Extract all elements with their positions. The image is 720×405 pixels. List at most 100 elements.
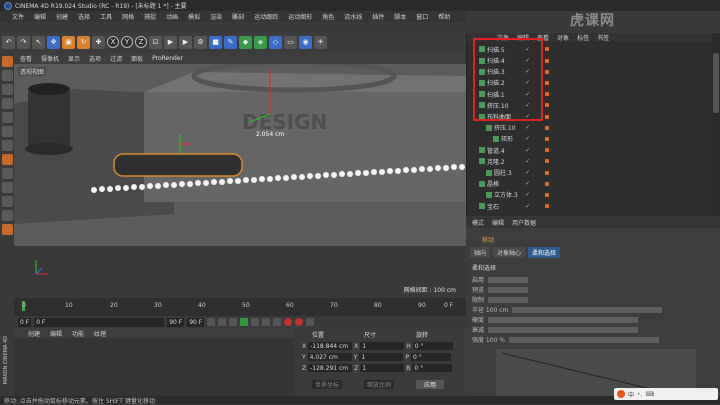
tag-icon[interactable] xyxy=(545,80,549,85)
axis-mode-icon[interactable] xyxy=(1,154,13,165)
object-row[interactable]: 管道.4 ✓ xyxy=(467,145,713,156)
menu-item[interactable]: 窗口 xyxy=(416,12,428,21)
scale-mode-dropdown[interactable]: 缩放比例 xyxy=(364,380,395,389)
attribute-field[interactable] xyxy=(488,316,639,323)
attribute-menu-item[interactable]: 用户数据 xyxy=(512,218,536,227)
tag-icon[interactable] xyxy=(545,103,549,108)
menu-item[interactable]: 脚本 xyxy=(394,12,406,21)
attribute-field[interactable] xyxy=(508,336,659,343)
attribute-menu-item[interactable]: 编辑 xyxy=(492,218,504,227)
size-z-field[interactable]: 1 xyxy=(360,364,405,372)
tag-icon[interactable] xyxy=(545,170,549,175)
menu-item[interactable]: 流水线 xyxy=(344,12,362,21)
menu-item[interactable]: 雕刻 xyxy=(232,12,244,21)
object-menu-item[interactable]: 书签 xyxy=(597,33,609,42)
pos-x-field[interactable]: -118.844 cm xyxy=(308,342,353,350)
menu-item[interactable]: 文件 xyxy=(12,12,24,21)
polygons-mode-icon[interactable] xyxy=(1,140,13,151)
y-axis-icon[interactable]: Y xyxy=(121,36,133,48)
rot-b-field[interactable]: 0 ° xyxy=(412,364,453,372)
keyframe-icon[interactable] xyxy=(306,318,315,326)
visibility-check-icon[interactable]: ✓ xyxy=(525,135,530,142)
pen-icon[interactable]: ✎ xyxy=(224,35,237,49)
model-mode-icon[interactable] xyxy=(1,70,13,81)
menu-item[interactable]: 帮助 xyxy=(438,12,450,21)
tag-icon[interactable] xyxy=(545,47,549,52)
subdivision-icon[interactable]: ◆ xyxy=(239,35,252,49)
menu-item[interactable]: 网格 xyxy=(122,12,134,21)
tag-icon[interactable] xyxy=(545,192,549,197)
ime-punct-icon[interactable]: •, xyxy=(637,391,642,398)
visibility-check-icon[interactable]: ✓ xyxy=(525,124,530,131)
menu-item[interactable]: 捕捉 xyxy=(144,12,156,21)
edges-mode-icon[interactable] xyxy=(1,126,13,137)
menu-item[interactable]: 创建 xyxy=(56,12,68,21)
object-row[interactable]: 立方体.3 ✓ xyxy=(467,190,713,201)
coord-mode-dropdown[interactable]: 世界坐标 xyxy=(312,380,343,389)
menu-item[interactable]: 渲染 xyxy=(210,12,222,21)
tweak-mode-icon[interactable] xyxy=(1,168,13,179)
tag-icon[interactable] xyxy=(545,114,549,119)
workplane-icon[interactable] xyxy=(1,98,13,109)
prev-frame-icon[interactable] xyxy=(229,318,238,326)
menu-item[interactable]: 运动图形 xyxy=(288,12,312,21)
object-menu-item[interactable]: 标签 xyxy=(577,33,589,42)
attribute-subtab[interactable]: 轴向 xyxy=(470,247,491,258)
scale-tool-icon[interactable]: ▣ xyxy=(62,35,75,49)
apply-button[interactable]: 应用 xyxy=(416,380,445,389)
material-menu-item[interactable]: 功能 xyxy=(72,329,84,338)
render-settings-icon[interactable]: ⚙ xyxy=(194,35,207,49)
size-x-field[interactable]: 1 xyxy=(360,342,405,350)
tag-icon[interactable] xyxy=(545,148,549,153)
attribute-subtab[interactable]: 对象轴心 xyxy=(493,247,526,258)
play-icon[interactable] xyxy=(240,318,249,326)
lock-icon[interactable] xyxy=(1,210,13,221)
visibility-check-icon[interactable]: ✓ xyxy=(525,169,530,176)
object-row[interactable]: 圆柱.3 ✓ xyxy=(467,167,713,178)
menu-item[interactable]: 模拟 xyxy=(188,12,200,21)
pos-z-field[interactable]: -128.291 cm xyxy=(308,364,353,372)
tag-icon[interactable] xyxy=(545,92,549,97)
ime-language[interactable]: 中 xyxy=(628,390,634,399)
current-frame-field[interactable]: 0 F xyxy=(34,317,165,327)
material-menu-item[interactable]: 创建 xyxy=(28,329,40,338)
sculpt-icon[interactable] xyxy=(1,224,13,235)
x-axis-icon[interactable]: X xyxy=(107,36,119,48)
object-row[interactable]: 宝石 ✓ xyxy=(467,201,713,212)
tag-icon[interactable] xyxy=(545,125,549,130)
viewport-menu-item[interactable]: 选项 xyxy=(89,54,101,63)
menu-item[interactable]: 插件 xyxy=(372,12,384,21)
attribute-field[interactable] xyxy=(488,326,639,333)
make-editable-icon[interactable] xyxy=(1,56,13,67)
autokey-icon[interactable] xyxy=(295,318,304,326)
sogou-icon[interactable] xyxy=(617,390,625,398)
camera-icon[interactable]: ◉ xyxy=(299,35,312,49)
start-frame-field[interactable]: 0 F xyxy=(18,317,32,327)
select-icon[interactable]: ↖ xyxy=(32,35,45,49)
points-mode-icon[interactable] xyxy=(1,112,13,123)
pos-y-field[interactable]: 4.027 cm xyxy=(307,353,352,361)
object-row[interactable]: 挤压.10 ✓ xyxy=(467,122,713,133)
object-menu-item[interactable]: 对象 xyxy=(557,33,569,42)
prev-key-icon[interactable] xyxy=(218,318,227,326)
next-key-icon[interactable] xyxy=(262,318,271,326)
tag-icon[interactable] xyxy=(545,69,549,74)
record-icon[interactable] xyxy=(284,318,293,326)
viewport[interactable]: DESIGN 透视视图 2.054 cm 网格间距 : 100 cm xyxy=(14,64,466,297)
floor-icon[interactable]: ▭ xyxy=(284,35,297,49)
recent-tool-icon[interactable]: ✚ xyxy=(92,35,105,49)
visibility-check-icon[interactable]: ✓ xyxy=(525,180,530,187)
visibility-check-icon[interactable]: ✓ xyxy=(525,203,530,210)
ime-keyboard-icon[interactable]: ⌨ xyxy=(645,391,654,398)
material-menu-item[interactable]: 编辑 xyxy=(50,329,62,338)
visibility-check-icon[interactable]: ✓ xyxy=(525,147,530,154)
visibility-check-icon[interactable]: ✓ xyxy=(525,191,530,198)
array-icon[interactable]: ◈ xyxy=(254,35,267,49)
coordinate-system-icon[interactable]: ⊡ xyxy=(149,35,162,49)
object-row[interactable]: 晶格 ✓ xyxy=(467,178,713,189)
menu-item[interactable]: 工具 xyxy=(100,12,112,21)
move-tool-icon[interactable]: ✥ xyxy=(47,35,60,49)
rot-h-field[interactable]: 0 ° xyxy=(412,342,453,350)
menu-item[interactable]: 角色 xyxy=(322,12,334,21)
render-view-icon[interactable]: ▶ xyxy=(164,35,177,49)
